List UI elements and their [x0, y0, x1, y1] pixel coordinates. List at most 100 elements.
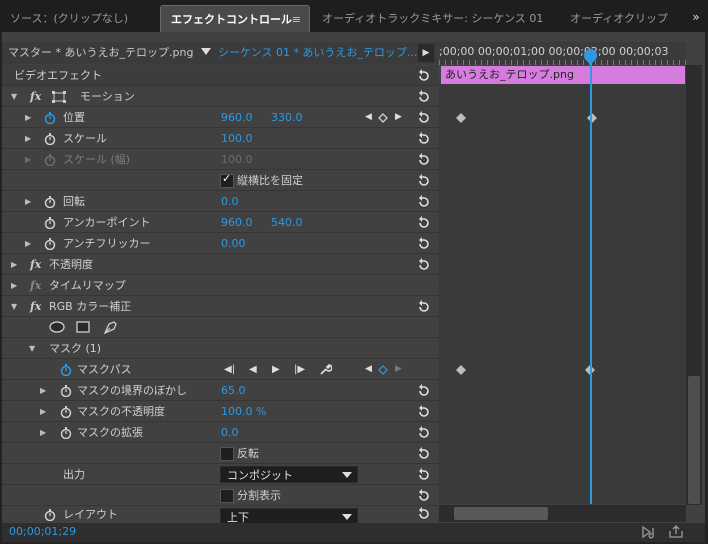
- anchor-y-value[interactable]: 540.0: [271, 212, 303, 233]
- reset-split-icon[interactable]: [417, 489, 431, 503]
- expand-antiflicker-icon[interactable]: ▶: [25, 233, 31, 254]
- wrench-icon[interactable]: [319, 363, 332, 376]
- position-keyframe-start[interactable]: [456, 113, 466, 123]
- prev-keyframe-icon[interactable]: ◀: [365, 107, 372, 128]
- antiflicker-stopwatch-icon[interactable]: [44, 238, 56, 250]
- mask-opacity-value[interactable]: 100.0 %: [221, 401, 266, 422]
- reset-scale-width-icon[interactable]: [417, 153, 431, 167]
- ellipse-mask-icon[interactable]: [49, 321, 65, 333]
- position-row[interactable]: ▶ 位置 960.0 330.0 ◀ ▶: [2, 107, 438, 128]
- sequence-clip-label[interactable]: シーケンス 01 * あいうえお_テロップ...: [218, 42, 417, 64]
- rgb-row[interactable]: ▼ fx RGB カラー補正: [2, 296, 438, 317]
- playhead-line[interactable]: [590, 52, 592, 504]
- position-keyframe-end[interactable]: [587, 113, 597, 123]
- anchor-stopwatch-icon[interactable]: [44, 217, 56, 229]
- mask-feather-row[interactable]: ▶ マスクの境界のぼかし 65.0: [2, 380, 438, 401]
- uniform-scale-checkbox[interactable]: ✓: [220, 172, 234, 188]
- mask-feather-value[interactable]: 65.0: [221, 380, 246, 401]
- reset-inverted-icon[interactable]: [417, 447, 431, 461]
- reset-scale-icon[interactable]: [417, 132, 431, 146]
- mask-opacity-row[interactable]: ▶ マスクの不透明度 100.0 %: [2, 401, 438, 422]
- mask-expansion-row[interactable]: ▶ マスクの拡張 0.0: [2, 422, 438, 443]
- expand-motion-icon[interactable]: ▼: [11, 86, 17, 107]
- expand-time-remap-icon[interactable]: ▶: [11, 275, 17, 296]
- expand-feather-icon[interactable]: ▶: [40, 380, 46, 401]
- rotation-value[interactable]: 0.0: [221, 191, 239, 212]
- expand-mask-expansion-icon[interactable]: ▶: [40, 422, 46, 443]
- scale-row[interactable]: ▶ スケール 100.0: [2, 128, 438, 149]
- tab-audio-clip-mixer[interactable]: オーディオクリップミキサー: [570, 5, 670, 32]
- position-stopwatch-icon[interactable]: [44, 112, 56, 124]
- tab-audio-track-mixer[interactable]: オーディオトラックミキサー: シーケンス 01: [322, 5, 552, 32]
- expand-rotation-icon[interactable]: ▶: [25, 191, 31, 212]
- pen-mask-icon[interactable]: [103, 319, 119, 335]
- position-x-value[interactable]: 960.0: [221, 107, 253, 128]
- reset-output-icon[interactable]: [417, 468, 431, 482]
- layout-dropdown[interactable]: 上下: [220, 508, 358, 523]
- reset-opacity-icon[interactable]: [417, 258, 431, 272]
- expand-opacity-icon[interactable]: ▶: [11, 254, 17, 275]
- layout-stopwatch-icon[interactable]: [44, 509, 56, 521]
- export-icon[interactable]: [668, 525, 684, 539]
- expand-scale-icon[interactable]: ▶: [25, 128, 31, 149]
- mask-keyframe-start[interactable]: [456, 365, 466, 375]
- clip-bar[interactable]: あいうえお_テロップ.png: [441, 66, 685, 84]
- position-y-value[interactable]: 330.0: [271, 107, 303, 128]
- expand-rgb-icon[interactable]: ▼: [11, 296, 17, 317]
- opacity-row[interactable]: ▶ fx 不透明度: [2, 254, 438, 275]
- reset-uniform-icon[interactable]: [417, 174, 431, 188]
- show-timeline-icon[interactable]: ▶: [418, 44, 434, 62]
- fx-opacity-icon[interactable]: fx: [30, 254, 41, 275]
- mask-expansion-stopwatch-icon[interactable]: [60, 427, 72, 439]
- master-clip-label[interactable]: マスター * あいうえお_テロップ.png: [8, 42, 193, 64]
- feather-stopwatch-icon[interactable]: [60, 385, 72, 397]
- tab-menu-icon[interactable]: ≡: [292, 6, 301, 32]
- anchor-row[interactable]: アンカーポイント 960.0 540.0: [2, 212, 438, 233]
- mask-next-keyframe-icon[interactable]: ▶: [395, 359, 402, 380]
- overflow-tabs-icon[interactable]: »: [686, 6, 706, 28]
- horizontal-scroll-thumb[interactable]: [454, 507, 548, 520]
- mask-add-keyframe-icon[interactable]: [378, 365, 388, 375]
- track-forward-icon[interactable]: ▶: [272, 359, 280, 380]
- antiflicker-row[interactable]: ▶ アンチフリッカー 0.00: [2, 233, 438, 254]
- reset-feather-icon[interactable]: [417, 384, 431, 398]
- rectangle-mask-icon[interactable]: [76, 321, 90, 333]
- reset-position-icon[interactable]: [417, 111, 431, 125]
- keyframe-area[interactable]: [439, 84, 686, 504]
- motion-transform-icon[interactable]: [52, 91, 66, 103]
- mask-path-row[interactable]: マスクパス ◀| ◀ ▶ |▶ ◀ ▶: [2, 359, 438, 380]
- track-back-one-icon[interactable]: ◀|: [224, 359, 235, 380]
- reset-anchor-icon[interactable]: [417, 216, 431, 230]
- play-audio-icon[interactable]: [642, 526, 658, 539]
- mask-prev-keyframe-icon[interactable]: ◀: [365, 359, 372, 380]
- track-forward-one-icon[interactable]: |▶: [294, 359, 305, 380]
- fx-rgb-icon[interactable]: fx: [30, 296, 41, 317]
- time-remap-row[interactable]: ▶ fx タイムリマップ: [2, 275, 438, 296]
- reset-motion-icon[interactable]: [417, 90, 431, 104]
- anchor-x-value[interactable]: 960.0: [221, 212, 253, 233]
- track-back-icon[interactable]: ◀: [249, 359, 257, 380]
- reset-rotation-icon[interactable]: [417, 195, 431, 209]
- reset-mask-opacity-icon[interactable]: [417, 405, 431, 419]
- rotation-row[interactable]: ▶ 回転 0.0: [2, 191, 438, 212]
- tab-source[interactable]: ソース：(クリップなし): [10, 5, 155, 32]
- mask-expansion-value[interactable]: 0.0: [221, 422, 239, 443]
- reset-layout-icon[interactable]: [417, 507, 431, 521]
- antiflicker-value[interactable]: 0.00: [221, 233, 246, 254]
- fx-motion-icon[interactable]: fx: [30, 86, 41, 107]
- inverted-checkbox[interactable]: [220, 447, 234, 461]
- vertical-scroll-thumb[interactable]: [688, 376, 700, 504]
- reset-mask-expansion-icon[interactable]: [417, 426, 431, 440]
- expand-position-icon[interactable]: ▶: [25, 107, 31, 128]
- motion-row[interactable]: ▼ fx モーション: [2, 86, 438, 107]
- add-keyframe-icon[interactable]: [378, 113, 388, 123]
- scale-value[interactable]: 100.0: [221, 128, 253, 149]
- split-view-checkbox[interactable]: [220, 489, 234, 503]
- current-timecode[interactable]: 00;00;01;29: [9, 525, 76, 538]
- mask-row[interactable]: ▼ マスク (1): [2, 338, 438, 359]
- master-dropdown-icon[interactable]: [201, 48, 211, 55]
- next-keyframe-icon[interactable]: ▶: [395, 107, 402, 128]
- mask-opacity-stopwatch-icon[interactable]: [60, 406, 72, 418]
- reset-antiflicker-icon[interactable]: [417, 237, 431, 251]
- expand-mask-icon[interactable]: ▼: [29, 338, 35, 359]
